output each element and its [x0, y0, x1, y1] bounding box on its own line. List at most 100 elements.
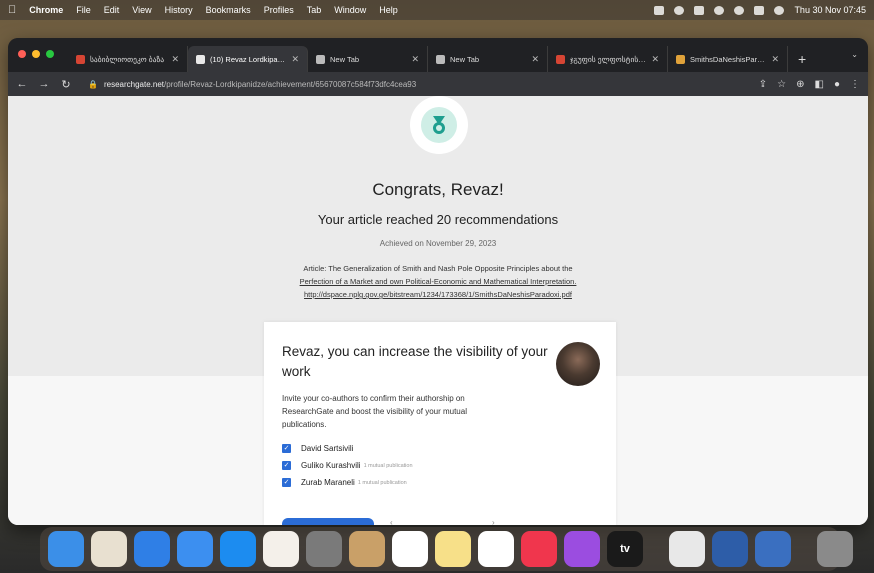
- coauthor-name: David Sartsivili: [301, 444, 354, 453]
- tab-label: New Tab: [330, 54, 360, 64]
- bookmark-star-icon[interactable]: ☆: [777, 79, 786, 90]
- siri-icon[interactable]: [774, 5, 785, 15]
- menu-bookmarks[interactable]: Bookmarks: [206, 5, 251, 15]
- card-description: Invite your co-authors to confirm their …: [282, 394, 467, 429]
- dock-freeform-icon[interactable]: [478, 531, 514, 567]
- menu-clock[interactable]: Thu 30 Nov 07:45: [794, 5, 866, 15]
- menu-view[interactable]: View: [132, 5, 151, 15]
- tab-close-icon[interactable]: ✕: [171, 54, 179, 65]
- dock-music-icon[interactable]: [521, 531, 557, 567]
- checkbox-checked[interactable]: ✓: [282, 461, 291, 470]
- minimize-window-button[interactable]: [32, 50, 40, 58]
- dock-preview-icon[interactable]: [755, 531, 791, 567]
- dock-app-store-icon[interactable]: [220, 531, 256, 567]
- coauthor-item[interactable]: ✓ David Sartsivili: [282, 440, 413, 457]
- more-menu-icon[interactable]: ⋮: [850, 79, 860, 90]
- status-app-icon[interactable]: [654, 5, 665, 15]
- checkbox-checked[interactable]: ✓: [282, 478, 291, 487]
- dock-notes-icon[interactable]: [435, 531, 471, 567]
- tab-item[interactable]: საბიბლიოთეკო ბაზა ✕: [68, 46, 188, 72]
- achieved-date: Achieved on November 29, 2023: [379, 239, 497, 248]
- coauthor-note: 1 mutual publication: [363, 462, 413, 469]
- dock-proxyman-icon[interactable]: [712, 531, 748, 567]
- share-icon[interactable]: ⇪: [759, 79, 767, 90]
- profile-avatar-icon[interactable]: ●: [834, 79, 840, 90]
- checkbox-checked[interactable]: ✓: [282, 444, 291, 453]
- menu-tab[interactable]: Tab: [307, 5, 322, 15]
- dock-launchpad-icon[interactable]: [91, 531, 127, 567]
- battery-icon[interactable]: [694, 5, 705, 15]
- dock-safari-icon[interactable]: [134, 531, 170, 567]
- tab-favicon-icon: [76, 54, 85, 64]
- dock-finder-icon[interactable]: [48, 531, 84, 567]
- menu-window[interactable]: Window: [334, 5, 366, 15]
- tab-label: (10) Revaz Lordkipanidz: [210, 54, 287, 64]
- dock-mail-icon[interactable]: [177, 531, 213, 567]
- tab-item[interactable]: New Tab ✕: [428, 46, 548, 72]
- menu-history[interactable]: History: [165, 5, 193, 15]
- dock-reminders-icon[interactable]: [392, 531, 428, 567]
- back-arrow-icon[interactable]: ←: [16, 78, 28, 90]
- article-title-line2[interactable]: Perfection of a Market and own Political…: [263, 275, 613, 288]
- tab-item[interactable]: SmithsDaNeshisParadox ✕: [668, 46, 788, 72]
- macos-menu-bar:  Chrome File Edit View History Bookmark…: [0, 0, 874, 20]
- invite-button[interactable]: [282, 518, 374, 525]
- tab-item[interactable]: ჯგუფის ელფოსტის ჩანა ✕: [548, 46, 668, 72]
- coauthor-name: Zurab Maraneli: [301, 478, 355, 487]
- tab-close-icon[interactable]: ✕: [291, 54, 299, 65]
- menu-app-name[interactable]: Chrome: [29, 5, 63, 15]
- extension-icon[interactable]: ⊕: [796, 79, 804, 90]
- dock-contacts-icon[interactable]: [349, 531, 385, 567]
- tab-item[interactable]: (10) Revaz Lordkipanidz ✕: [188, 46, 308, 72]
- coauthor-item[interactable]: ✓ Zurab Maraneli 1 mutual publication: [282, 474, 413, 491]
- tab-close-icon[interactable]: ✕: [651, 54, 659, 65]
- congrats-heading: Congrats, Revaz!: [372, 180, 504, 199]
- forward-arrow-icon[interactable]: →: [38, 78, 50, 90]
- status-circle-icon[interactable]: [674, 5, 685, 15]
- tab-label: SmithsDaNeshisParadox: [690, 54, 767, 64]
- new-tab-button[interactable]: +: [788, 46, 816, 72]
- reload-icon[interactable]: ↻: [60, 78, 72, 91]
- zoom-window-button[interactable]: [46, 50, 54, 58]
- dock-podcasts-icon[interactable]: [564, 531, 600, 567]
- tab-close-icon[interactable]: ✕: [531, 54, 539, 65]
- macos-dock: tv: [40, 527, 853, 571]
- next-arrow-icon[interactable]: ›: [492, 518, 495, 525]
- browser-toolbar: ← → ↻ 🔒 researchgate.net/profile/Revaz-L…: [8, 72, 868, 96]
- dock-tv-icon[interactable]: tv: [607, 531, 643, 567]
- menu-profiles[interactable]: Profiles: [264, 5, 294, 15]
- tab-favicon-icon: [196, 54, 205, 64]
- menu-help[interactable]: Help: [379, 5, 398, 15]
- menu-status-area: Thu 30 Nov 07:45: [654, 5, 866, 15]
- tab-item[interactable]: New Tab ✕: [308, 46, 428, 72]
- achievement-subheading: Your article reached 20 recommendations: [317, 212, 559, 227]
- tab-label: ჯგუფის ელფოსტის ჩანა: [570, 54, 646, 64]
- medal-icon: [421, 107, 457, 143]
- tab-close-icon[interactable]: ✕: [771, 54, 779, 65]
- volume-icon[interactable]: [734, 5, 745, 15]
- dock-chrome-icon[interactable]: [669, 531, 705, 567]
- coauthor-item[interactable]: ✓ Guliko Kurashvili 1 mutual publication: [282, 457, 413, 474]
- wifi-icon[interactable]: [714, 5, 725, 15]
- avatar: [556, 342, 600, 386]
- visibility-card: Revaz, you can increase the visibility o…: [264, 322, 616, 525]
- dock-trash-icon[interactable]: [817, 531, 853, 567]
- achievement-badge: [410, 96, 468, 154]
- dock-photos-icon[interactable]: [263, 531, 299, 567]
- previous-arrow-icon[interactable]: ‹: [390, 518, 393, 525]
- url-domain: researchgate.net: [103, 79, 165, 89]
- close-window-button[interactable]: [18, 50, 26, 58]
- dock-system-preferences-icon[interactable]: [306, 531, 342, 567]
- control-center-icon[interactable]: [754, 5, 765, 15]
- tab-strip: საბიბლიოთეკო ბაზა ✕ (10) Revaz Lordkipan…: [68, 46, 816, 72]
- sidepanel-icon[interactable]: ◧: [815, 79, 824, 90]
- tab-search-chevron-icon[interactable]: ⌄: [851, 50, 858, 59]
- menu-file[interactable]: File: [76, 5, 91, 15]
- window-controls: [18, 50, 54, 58]
- address-bar[interactable]: 🔒 researchgate.net/profile/Revaz-Lordkip…: [82, 75, 749, 93]
- article-link[interactable]: http://dspace.nplg.gov.ge/bitstream/1234…: [263, 288, 613, 301]
- tab-close-icon[interactable]: ✕: [411, 54, 419, 65]
- apple-icon[interactable]: : [8, 4, 16, 16]
- menu-edit[interactable]: Edit: [104, 5, 120, 15]
- tab-label: New Tab: [450, 54, 480, 64]
